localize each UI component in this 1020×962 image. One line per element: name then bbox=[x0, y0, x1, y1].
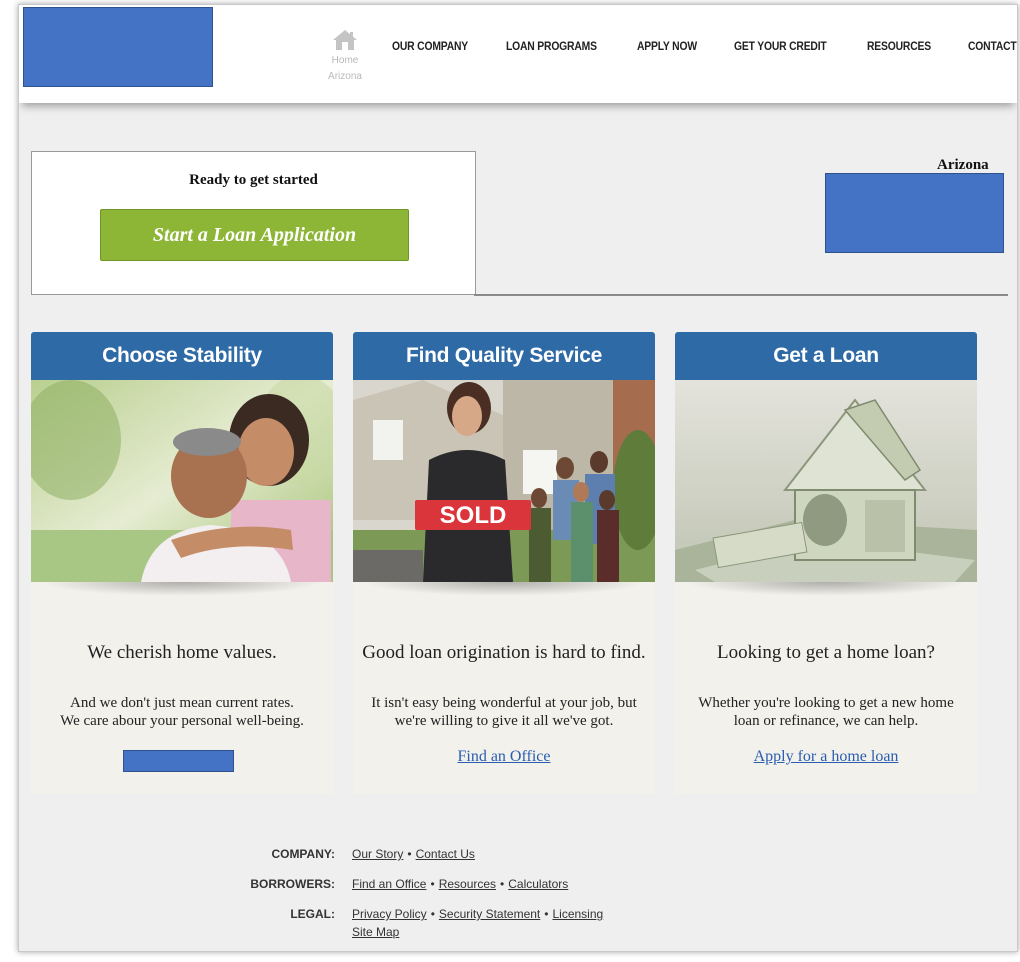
nav-get-your-credit[interactable]: GET YOUR CREDIT bbox=[734, 41, 827, 53]
start-loan-application-button[interactable]: Start a Loan Application bbox=[100, 209, 409, 261]
footer-links: Find an Office • Resources • Calculators bbox=[352, 877, 568, 891]
main-nav: OUR COMPANY LOAN PROGRAMS APPLY NOW GET … bbox=[392, 41, 1017, 53]
link-redacted[interactable] bbox=[123, 750, 234, 772]
site-map-link[interactable]: Site Map bbox=[352, 925, 399, 939]
licensing-link[interactable]: Licensing bbox=[552, 907, 603, 921]
card-get-a-loan: Get a Loan Looking to get a home loan? W… bbox=[675, 332, 977, 794]
separator: • bbox=[544, 907, 549, 921]
house-icon bbox=[333, 30, 357, 50]
apply-for-home-loan-link[interactable]: Apply for a home loan bbox=[675, 748, 977, 766]
home-label: Home bbox=[331, 55, 359, 66]
image-shadow bbox=[363, 582, 645, 596]
sold-sign-text: SOLD bbox=[440, 502, 507, 529]
card-heading: Looking to get a home loan? bbox=[717, 642, 935, 663]
separator: • bbox=[407, 847, 412, 861]
logo-redacted[interactable] bbox=[23, 7, 213, 87]
image-shadow bbox=[685, 582, 967, 596]
realtor-sold-photo: SOLD bbox=[353, 380, 655, 582]
nav-loan-programs[interactable]: LOAN PROGRAMS bbox=[506, 41, 597, 53]
image-shadow bbox=[41, 582, 323, 596]
footer-label: COMPANY: bbox=[271, 847, 335, 861]
card-body-line: we're willing to give it all we've got. bbox=[394, 713, 614, 729]
card-choose-stability: Choose Stability We cherish home values.… bbox=[31, 332, 333, 794]
separator: • bbox=[430, 877, 435, 891]
nav-contact-us[interactable]: CONTACT US bbox=[968, 41, 1017, 53]
card-heading: We cherish home values. bbox=[87, 642, 277, 663]
card-title: Choose Stability bbox=[31, 332, 333, 380]
card-body: And we don't just mean current rates. We… bbox=[41, 694, 323, 730]
card-body: It isn't easy being wonderful at your jo… bbox=[363, 694, 645, 730]
card-heading: Good loan origination is hard to find. bbox=[362, 642, 646, 663]
find-an-office-footer-link[interactable]: Find an Office bbox=[352, 877, 426, 891]
resources-link[interactable]: Resources bbox=[439, 877, 496, 891]
footer-label: BORROWERS: bbox=[250, 877, 335, 891]
our-story-link[interactable]: Our Story bbox=[352, 847, 403, 861]
card-title: Find Quality Service bbox=[353, 332, 655, 380]
nav-apply-now[interactable]: APPLY NOW bbox=[637, 41, 697, 53]
couple-photo bbox=[31, 380, 333, 582]
money-house-photo bbox=[675, 380, 977, 582]
nav-our-company[interactable]: OUR COMPANY bbox=[392, 41, 468, 53]
separator: • bbox=[500, 877, 505, 891]
home-link[interactable]: Home Arizona bbox=[319, 29, 371, 85]
state-label: Arizona bbox=[937, 157, 989, 173]
site-header: Home Arizona OUR COMPANY LOAN PROGRAMS A… bbox=[19, 5, 1017, 103]
page-frame: Home Arizona OUR COMPANY LOAN PROGRAMS A… bbox=[18, 4, 1018, 952]
ready-text: Ready to get started bbox=[189, 172, 318, 188]
footer-label: LEGAL: bbox=[290, 907, 335, 921]
divider bbox=[474, 294, 1008, 296]
footer-links: Our Story • Contact Us bbox=[352, 847, 475, 861]
card-body: Whether you're looking to get a new home… bbox=[685, 694, 967, 730]
card-body-line: loan or refinance, we can help. bbox=[733, 713, 919, 729]
card-body-line: Whether you're looking to get a new home bbox=[698, 695, 954, 711]
card-title: Get a Loan bbox=[675, 332, 977, 380]
contact-block-redacted bbox=[825, 173, 1004, 253]
footer-row-company: COMPANY: Our Story • Contact Us bbox=[19, 847, 1017, 865]
footer-links: Site Map bbox=[352, 925, 399, 939]
home-state-label: Arizona bbox=[328, 71, 362, 82]
card-body-line: It isn't easy being wonderful at your jo… bbox=[371, 695, 637, 711]
get-started-panel: Ready to get started Start a Loan Applic… bbox=[31, 151, 476, 295]
security-statement-link[interactable]: Security Statement bbox=[439, 907, 540, 921]
footer-row-sitemap: Site Map bbox=[19, 925, 1017, 943]
card-body-line: And we don't just mean current rates. bbox=[70, 695, 294, 711]
card-find-quality-service: Find Quality Service SOLD Good loan orig… bbox=[353, 332, 655, 794]
nav-resources[interactable]: RESOURCES bbox=[867, 41, 931, 53]
contact-us-link[interactable]: Contact Us bbox=[416, 847, 475, 861]
privacy-policy-link[interactable]: Privacy Policy bbox=[352, 907, 427, 921]
footer-links: Privacy Policy • Security Statement • Licens… bbox=[352, 907, 603, 921]
separator: • bbox=[430, 907, 435, 921]
find-an-office-link[interactable]: Find an Office bbox=[353, 748, 655, 766]
calculators-link[interactable]: Calculators bbox=[508, 877, 568, 891]
card-body-line: We care abour your personal well-being. bbox=[60, 713, 304, 729]
footer-row-legal: LEGAL: Privacy Policy • Security Statement… bbox=[19, 907, 1017, 925]
footer-row-borrowers: BORROWERS: Find an Office • Resources • Calc… bbox=[19, 877, 1017, 895]
